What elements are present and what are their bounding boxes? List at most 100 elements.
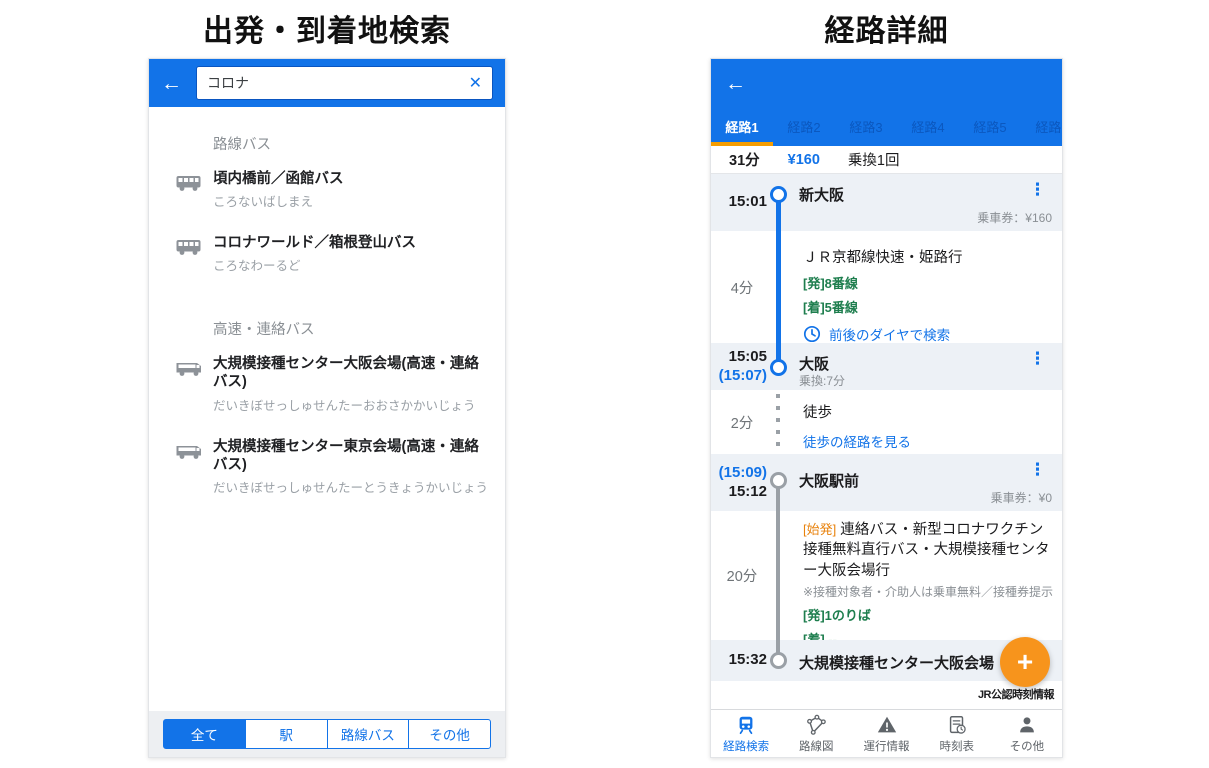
nav-route-map[interactable]: 路線図: [781, 710, 851, 757]
station-menu-icon[interactable]: ⋮: [1029, 461, 1046, 478]
result-konaibashimae[interactable]: 頃内橋前／函館バス ころないばしまえ: [175, 170, 491, 210]
clock-icon: [803, 325, 821, 343]
station-menu-icon[interactable]: ⋮: [1029, 350, 1046, 367]
station-dot: [770, 652, 787, 669]
nav-other[interactable]: その他: [992, 710, 1062, 757]
tab-route-2[interactable]: 経路2: [773, 113, 835, 146]
result-name: 大規模接種センター東京会場(高速・連絡バス): [213, 438, 491, 474]
filter-tab-station[interactable]: 駅: [245, 719, 328, 749]
arrival-platform: [着]5番線: [803, 297, 1054, 316]
nav-label: 経路検索: [723, 738, 769, 754]
back-arrow-icon[interactable]: ←: [161, 73, 182, 94]
station-row-osaka-ekimae: (15:09) 15:12 大阪駅前 乗車券：¥0 ⋮: [711, 454, 1062, 511]
transfer-time: 乗換:7分: [799, 372, 845, 389]
station-name: 新大阪: [799, 184, 844, 205]
result-name: コロナワールド／箱根登山バス: [213, 234, 416, 252]
segment-duration: 20分: [711, 511, 773, 640]
tab-route-1[interactable]: 経路1: [711, 113, 773, 146]
nav-timetable[interactable]: 時刻表: [922, 710, 992, 757]
filter-tab-all[interactable]: 全て: [163, 719, 246, 749]
time-arrive: (15:09): [719, 464, 767, 483]
route-map-icon: [805, 714, 827, 736]
tab-route-5[interactable]: 経路5: [959, 113, 1021, 146]
segment-duration: 4分: [711, 231, 773, 343]
nav-label: 路線図: [799, 738, 834, 754]
result-reading: だいきぼせっしゅせんたーとうきょうかいじょう: [213, 477, 491, 496]
result-text: 頃内橋前／函館バス ころないばしまえ: [213, 170, 344, 210]
station-time: (15:09) 15:12: [711, 454, 769, 511]
segment-duration: 2分: [711, 390, 773, 454]
left-screen-title: 出発・到着地検索: [148, 6, 506, 50]
nav-label: その他: [1010, 738, 1045, 754]
filter-tab-local-bus[interactable]: 路線バス: [327, 719, 410, 749]
add-fab-button[interactable]: +: [1000, 637, 1050, 687]
result-name: 頃内橋前／函館バス: [213, 170, 344, 188]
result-text: 大規模接種センター東京会場(高速・連絡バス) だいきぼせっしゅせんたーとうきょう…: [213, 438, 491, 496]
segment-content: ＪＲ京都線快速・姫路行 [発]8番線 [着]5番線 前後のダイヤで検索: [803, 231, 1054, 344]
bus-line-name: [始発]連絡バス・新型コロナワクチン接種無料直行バス・大規模接種センター大阪会場…: [803, 520, 1054, 581]
tab-route-6[interactable]: 経路6: [1021, 113, 1062, 146]
nav-label: 運行情報: [864, 738, 910, 754]
back-arrow-icon[interactable]: ←: [725, 73, 746, 94]
station-name: 大阪駅前: [799, 470, 859, 491]
time-arrive: 15:05: [729, 348, 767, 367]
nav-route-search[interactable]: 経路検索: [711, 710, 781, 757]
search-screen: ← ✕ 路線バス 頃内橋前／函館バス ころないばしまえ: [148, 58, 506, 758]
summary-duration: 31分: [729, 149, 760, 170]
filter-tab-other[interactable]: その他: [408, 719, 491, 749]
station-fare: 乗車券：¥160: [977, 209, 1052, 226]
time-depart: 15:01: [729, 193, 767, 212]
station-fare: 乗車券：¥0: [991, 489, 1052, 506]
search-header: ← ✕: [149, 59, 505, 107]
plus-icon: +: [1017, 646, 1033, 678]
train-icon: [735, 714, 757, 736]
person-icon: [1016, 714, 1038, 736]
city-bus-icon: [175, 237, 203, 257]
time-depart: 15:12: [729, 483, 767, 502]
station-time: 15:32: [711, 640, 769, 681]
station-time: 15:01: [711, 174, 769, 231]
station-menu-icon[interactable]: ⋮: [1029, 181, 1046, 198]
station-dot: [770, 186, 787, 203]
coach-bus-icon: [175, 441, 203, 461]
bus-line-name-text: 連絡バス・新型コロナワクチン接種無料直行バス・大規模接種センター大阪会場行: [803, 522, 1050, 579]
section-header-highway-bus: 高速・連絡バス: [213, 318, 491, 339]
clear-search-icon[interactable]: ✕: [469, 73, 482, 93]
station-dot: [770, 472, 787, 489]
station-time: 15:05 (15:07): [711, 343, 769, 390]
right-screen-title: 経路詳細: [710, 6, 1063, 50]
result-reading: だいきぼせっしゅせんたーおおさかかいじょう: [213, 395, 491, 414]
result-vaccination-center-osaka[interactable]: 大規模接種センター大阪会場(高速・連絡バス) だいきぼせっしゅせんたーおおさかか…: [175, 355, 491, 413]
tab-route-4[interactable]: 経路4: [897, 113, 959, 146]
tab-route-3[interactable]: 経路3: [835, 113, 897, 146]
walk-label: 徒歩: [803, 403, 1054, 423]
segment-jr-kyoto-line: 4分 ＪＲ京都線快速・姫路行 [発]8番線 [着]5番線 前後のダイヤで検索: [711, 231, 1062, 343]
timetable-search-link[interactable]: 前後のダイヤで検索: [803, 324, 1054, 344]
city-bus-icon: [175, 173, 203, 193]
timeline-dotted-line: [776, 394, 780, 450]
station-row-shin-osaka: 15:01 新大阪 乗車券：¥160 ⋮: [711, 174, 1062, 231]
bottom-navigation: 経路検索 路線図 運行情報: [711, 709, 1062, 757]
result-text: 大規模接種センター大阪会場(高速・連絡バス) だいきぼせっしゅせんたーおおさかか…: [213, 355, 491, 413]
section-header-local-bus: 路線バス: [213, 133, 491, 154]
timeline-line: [776, 231, 781, 343]
segment-content: 徒歩 徒歩の経路を見る: [803, 390, 1054, 451]
jr-credit-label: JR公認時刻情報: [978, 689, 1054, 701]
result-vaccination-center-tokyo[interactable]: 大規模接種センター東京会場(高速・連絡バス) だいきぼせっしゅせんたーとうきょう…: [175, 438, 491, 496]
station-name: 大規模接種センター大阪会場: [799, 652, 994, 673]
bus-fare-note: ※接種対象者・介助人は乗車無料／接種券提示: [803, 583, 1054, 600]
result-text: コロナワールド／箱根登山バス ころなわーるど: [213, 234, 416, 274]
filter-bar: 全て 駅 路線バス その他: [149, 711, 505, 757]
search-results: 路線バス 頃内橋前／函館バス ころないばしまえ: [149, 107, 505, 496]
departure-platform: [発]8番線: [803, 273, 1054, 292]
walk-route-link[interactable]: 徒歩の経路を見る: [803, 431, 1054, 451]
nav-label: 時刻表: [939, 738, 974, 754]
line-name: ＪＲ京都線快速・姫路行: [803, 248, 1054, 268]
result-name: 大規模接種センター大阪会場(高速・連絡バス): [213, 355, 491, 391]
search-input[interactable]: [207, 75, 469, 91]
nav-service-info[interactable]: 運行情報: [851, 710, 921, 757]
result-corona-world[interactable]: コロナワールド／箱根登山バス ころなわーるど: [175, 234, 491, 274]
route-detail-screen: ← 経路1 経路2 経路3 経路4 経路5 経路6 31分 ¥160 乗換1回 …: [710, 58, 1063, 758]
coach-bus-icon: [175, 358, 203, 378]
credit-row: JR公認時刻情報: [711, 681, 1062, 705]
